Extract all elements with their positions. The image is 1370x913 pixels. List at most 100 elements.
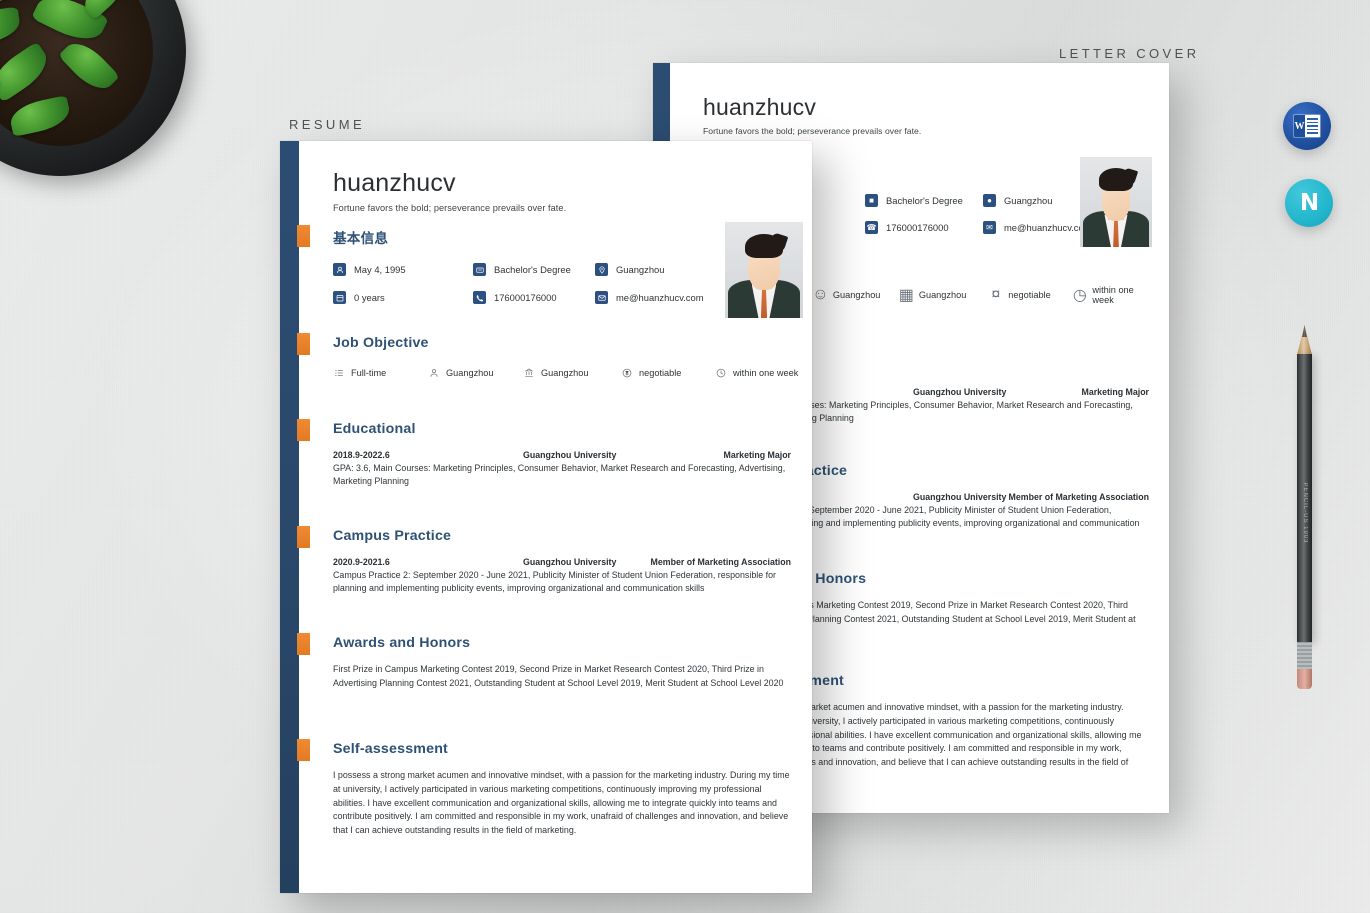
info-text: Guangzhou: [616, 264, 665, 275]
education-entry-body: GPA: 3.6, Main Courses: Marketing Princi…: [333, 463, 786, 486]
word-doc-icon: W: [1294, 115, 1320, 137]
clock-icon: ◷: [1072, 287, 1087, 304]
section-accent-tab: [297, 526, 310, 548]
mail-icon: ✉: [983, 221, 996, 234]
info-text: 176000176000: [886, 222, 949, 233]
info-text: Bachelor's Degree: [494, 264, 571, 275]
page-sidebar-stripe: [280, 141, 299, 893]
letter-cover-label: LETTER COVER: [1059, 46, 1200, 61]
obj-item: Guangzhou: [523, 367, 621, 378]
info-text: me@huanzhucv.com: [1004, 222, 1092, 233]
location-icon: ●: [983, 194, 996, 207]
money-icon: [621, 367, 632, 378]
obj-text: negotiable: [639, 367, 682, 378]
profile-photo: [1080, 157, 1152, 247]
education-entry-meta: 2018.9-2022.6 Guangzhou University Marke…: [333, 450, 791, 460]
diploma-icon: [473, 263, 486, 276]
pencil-brand-text: PENCIL-US 1903: [1302, 482, 1308, 544]
cv-motto: Fortune favors the bold; perseverance pr…: [703, 126, 922, 136]
section-accent-tab: [297, 419, 310, 441]
section-accent-tab: [297, 225, 310, 247]
entry-date: 2020.9-2021.6: [333, 557, 390, 567]
section-title-job-objective: Job Objective: [333, 335, 429, 351]
person-icon: [428, 367, 439, 378]
pencil-eraser: [1297, 669, 1312, 689]
pencil: PENCIL-US 1903: [1296, 325, 1313, 697]
entry-date: 2018.9-2022.6: [333, 450, 390, 460]
section-title-self-assessment: Self-assessment: [333, 741, 448, 757]
info-text: Guangzhou: [1004, 195, 1053, 206]
obj-item: ☺ Guangzhou: [812, 285, 901, 305]
info-text: 0 years: [354, 292, 385, 303]
list-icon: [333, 367, 344, 378]
word-format-badge[interactable]: W: [1283, 102, 1331, 150]
entry-org: Guangzhou University: [913, 387, 1007, 397]
money-icon: ¤: [991, 286, 1001, 303]
user-icon: [333, 263, 346, 276]
info-text: me@huanzhucv.com: [616, 292, 704, 303]
mail-icon: [595, 291, 608, 304]
obj-text: Guangzhou: [832, 290, 881, 300]
obj-item: Full-time: [333, 367, 428, 378]
clock-icon: [715, 367, 726, 378]
pencil-lead: [1302, 325, 1307, 337]
profile-photo: [725, 222, 803, 318]
wps-letter: N: [1299, 189, 1319, 216]
pencil-ferrule: [1297, 642, 1312, 669]
self-assessment-body: I possess a strong market acumen and inn…: [333, 770, 790, 836]
section-accent-tab: [297, 333, 310, 355]
practice-entry-body: Campus Practice 2: September 2020 - June…: [333, 570, 777, 593]
wps-format-badge[interactable]: N: [1285, 179, 1333, 227]
obj-text: Guangzhou: [541, 367, 589, 378]
potted-plant: [0, 0, 186, 176]
info-text: 176000176000: [494, 292, 557, 303]
obj-text: within one week: [733, 367, 799, 378]
info-item: 176000176000: [473, 291, 595, 304]
entry-org: Guangzhou University: [523, 450, 617, 460]
job-objective-row: Full-time Guangzhou Guangzhou negotiable…: [333, 367, 800, 378]
section-title-campus-practice: Campus Practice: [333, 528, 452, 544]
diploma-icon: ■: [865, 194, 878, 207]
section-title-basic-info: 基本信息: [333, 231, 389, 246]
awards-body: First Prize in Campus Marketing Contest …: [333, 664, 784, 688]
resume-page[interactable]: huanzhucv Fortune favors the bold; perse…: [280, 141, 812, 893]
cv-motto: Fortune favors the bold; perseverance pr…: [333, 203, 567, 213]
building-icon: [523, 367, 534, 378]
cv-name: huanzhucv: [703, 94, 817, 120]
section-title-educational: Educational: [333, 421, 416, 437]
entry-role: Marketing Major: [1081, 387, 1149, 397]
entry-role: Member of Marketing Association: [650, 557, 791, 567]
word-letter: W: [1294, 115, 1305, 137]
phone-icon: ☎: [865, 221, 878, 234]
cv-name: huanzhucv: [333, 169, 456, 197]
info-item: 0 years: [333, 291, 473, 304]
info-item: Bachelor's Degree: [473, 263, 595, 276]
info-item: May 4, 1995: [333, 263, 473, 276]
basic-info-grid: May 4, 1995 Bachelor's Degree Guangzhou: [333, 263, 788, 304]
info-item: ☎ 176000176000: [865, 221, 983, 234]
building-icon: ▦: [898, 287, 914, 304]
obj-item: ¤ negotiable: [990, 285, 1074, 305]
info-text: May 4, 1995: [354, 264, 406, 275]
location-icon: [595, 263, 608, 276]
obj-item: negotiable: [621, 367, 715, 378]
entry-org: Guangzhou University: [523, 557, 617, 567]
phone-icon: [473, 291, 486, 304]
section-accent-tab: [297, 633, 310, 655]
entry-role: Marketing Major: [723, 450, 791, 460]
word-doc-lines: [1305, 115, 1320, 137]
info-item: ■ Bachelor's Degree: [865, 194, 983, 207]
obj-item: Guangzhou: [428, 367, 523, 378]
entry-role: Member of Marketing Association: [1008, 492, 1149, 502]
entry-org: Guangzhou University: [913, 492, 1007, 502]
obj-item: ▦ Guangzhou: [898, 285, 990, 305]
obj-text: Guangzhou: [918, 290, 967, 300]
obj-text: negotiable: [1008, 290, 1051, 300]
obj-text: within one week: [1092, 285, 1134, 305]
resume-label: RESUME: [289, 117, 366, 132]
section-accent-tab: [297, 739, 310, 761]
obj-text: Full-time: [351, 367, 387, 378]
practice-entry-meta: 2020.9-2021.6 Guangzhou University Membe…: [333, 557, 791, 567]
section-title-awards: Awards and Honors: [333, 635, 471, 651]
calendar-icon: [333, 291, 346, 304]
